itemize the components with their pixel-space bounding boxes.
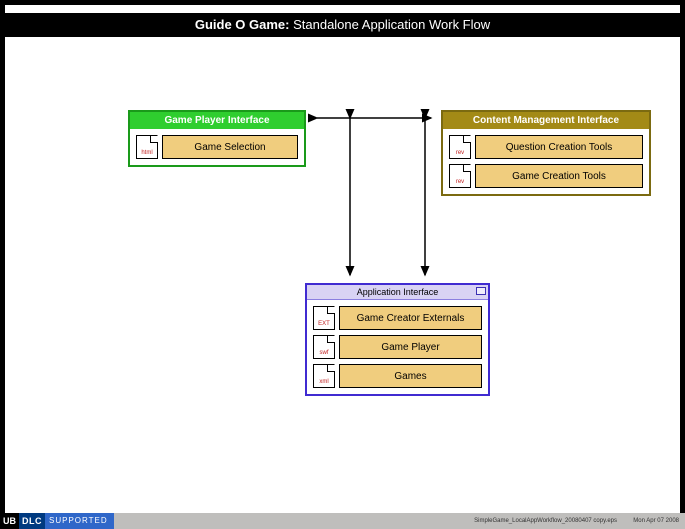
file-icon: rev xyxy=(449,135,471,159)
node-game-player-interface: Game Player Interface html Game Selectio… xyxy=(128,110,306,167)
title-bar: Guide O Game: Standalone Application Wor… xyxy=(0,13,685,37)
file-icon: rev xyxy=(449,164,471,188)
file-icon: xml xyxy=(313,364,335,388)
node-body-app: EXT Game Creator Externals swf Game Play… xyxy=(307,300,488,394)
brand-ub: UB xyxy=(0,513,19,529)
node-application-interface: Application Interface EXT Game Creator E… xyxy=(305,283,490,396)
brand-supported: SUPPORTED xyxy=(45,513,114,529)
file-icon-label: xml xyxy=(314,379,334,385)
file-icon-label: swf xyxy=(314,350,334,356)
item-chip-game-creator-externals: Game Creator Externals xyxy=(339,306,482,330)
item-chip-games: Games xyxy=(339,364,482,388)
page: Guide O Game: Standalone Application Wor… xyxy=(0,0,685,529)
file-icon-label: rev xyxy=(450,150,470,156)
node-body-cmi: rev Question Creation Tools rev Game Cre… xyxy=(443,129,649,194)
file-icon-label: html xyxy=(137,150,157,156)
footer-file: SimpleGame_LocalAppWorkflow_20080407 cop… xyxy=(474,513,617,529)
brand-dlc: DLC xyxy=(19,513,45,529)
file-icon: html xyxy=(136,135,158,159)
file-icon: swf xyxy=(313,335,335,359)
footer-bar: UBDLCSUPPORTED SimpleGame_LocalAppWorkfl… xyxy=(0,513,685,529)
item-row: rev Game Creation Tools xyxy=(449,164,643,188)
node-body-gpi: html Game Selection xyxy=(130,129,304,165)
flow-arrows xyxy=(5,5,680,524)
item-row: rev Question Creation Tools xyxy=(449,135,643,159)
item-chip-game-creation-tools: Game Creation Tools xyxy=(475,164,643,188)
file-icon-label: rev xyxy=(450,179,470,185)
item-row: swf Game Player xyxy=(313,335,482,359)
item-chip-question-creation-tools: Question Creation Tools xyxy=(475,135,643,159)
window-title-app: Application Interface xyxy=(307,285,488,300)
footer-date: Mon Apr 07 2008 xyxy=(633,513,679,529)
item-row: EXT Game Creator Externals xyxy=(313,306,482,330)
node-content-management-interface: Content Management Interface rev Questio… xyxy=(441,110,651,196)
title-bold: Guide O Game: xyxy=(195,17,290,32)
file-icon: EXT xyxy=(313,306,335,330)
node-header-gpi: Game Player Interface xyxy=(130,112,304,129)
item-chip-game-player: Game Player xyxy=(339,335,482,359)
node-header-cmi: Content Management Interface xyxy=(443,112,649,129)
footer-brand: UBDLCSUPPORTED xyxy=(0,513,114,529)
item-row: html Game Selection xyxy=(136,135,298,159)
window-title-label: Application Interface xyxy=(357,287,439,297)
window-control-icon xyxy=(476,287,486,295)
file-icon-label: EXT xyxy=(314,321,334,327)
title-rest: Standalone Application Work Flow xyxy=(289,17,490,32)
item-row: xml Games xyxy=(313,364,482,388)
item-chip-game-selection: Game Selection xyxy=(162,135,298,159)
